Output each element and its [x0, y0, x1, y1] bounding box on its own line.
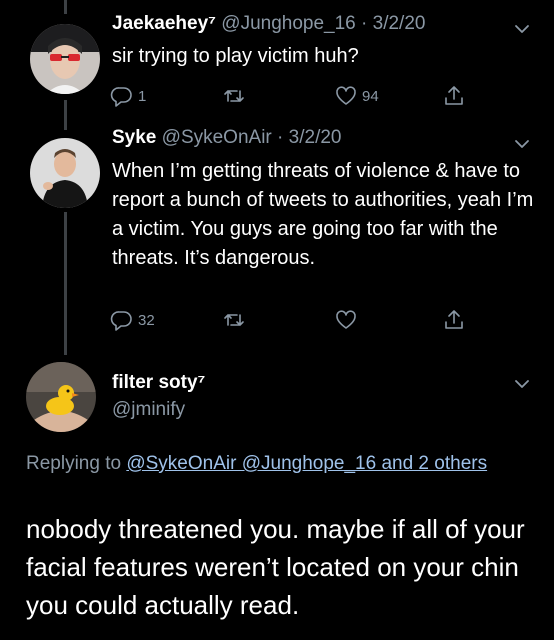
share-button[interactable] [442, 308, 466, 332]
heart-icon [336, 310, 356, 329]
author-name[interactable]: filter soty⁷ [112, 372, 205, 394]
replying-to-label: Replying to [26, 453, 122, 474]
reply-icon [110, 311, 132, 331]
heart-icon [336, 86, 356, 105]
replying-to-mentions[interactable]: @SykeOnAir @Junghope_16 and 2 others [126, 453, 487, 474]
like-count: 94 [362, 87, 379, 105]
avatar-jaekaehey[interactable] [30, 24, 100, 94]
author-handle[interactable]: @jminify [112, 399, 185, 421]
tweet-text: sir trying to play victim huh? [112, 45, 359, 67]
tweet-header: Jaekaehey⁷ @Junghope_16 · 3/2/20 [112, 13, 425, 35]
reply-count: 32 [138, 311, 155, 329]
reply-icon [110, 87, 132, 107]
tweet-actions: 32 [110, 308, 530, 334]
avatar-filter-soty[interactable] [26, 362, 96, 432]
author-handle[interactable]: @Junghope_16 [221, 13, 355, 34]
like-button[interactable]: 94 [334, 84, 379, 108]
tweet-date[interactable]: · 3/2/20 [361, 13, 425, 34]
thread-line-top [64, 0, 67, 14]
retweet-icon [224, 90, 244, 102]
share-button[interactable] [442, 84, 466, 108]
reply-button[interactable]: 1 [110, 84, 146, 108]
share-icon [445, 86, 463, 105]
author-handle[interactable]: @SykeOnAir [162, 127, 272, 148]
share-icon [445, 310, 463, 329]
retweet-button[interactable] [222, 84, 250, 108]
retweet-button[interactable] [222, 308, 250, 332]
author-name-suffix: ⁷ [208, 13, 216, 34]
tweet-actions: 1 94 [110, 84, 530, 110]
tweet-date[interactable]: · 3/2/20 [277, 127, 341, 148]
avatar-syke[interactable] [30, 138, 100, 208]
like-button[interactable] [334, 308, 362, 332]
replying-to: Replying to @SykeOnAir @Junghope_16 and … [26, 449, 526, 478]
chevron-down-icon[interactable] [511, 18, 533, 40]
reply-count: 1 [138, 87, 147, 105]
author-name[interactable]: Syke [112, 127, 156, 148]
tweet-text: When I’m getting threats of violence & h… [112, 160, 534, 269]
thread-line-2 [64, 212, 67, 355]
tweet-header: Syke @SykeOnAir · 3/2/20 [112, 127, 341, 149]
main-tweet-text: nobody threatened you. maybe if all of y… [26, 514, 525, 620]
retweet-icon [224, 314, 244, 326]
chevron-down-icon[interactable] [511, 133, 533, 155]
chevron-down-icon[interactable] [511, 373, 533, 395]
author-name[interactable]: Jaekaehey [112, 13, 208, 34]
thread-line-1 [64, 100, 67, 130]
reply-button[interactable]: 32 [110, 308, 155, 332]
